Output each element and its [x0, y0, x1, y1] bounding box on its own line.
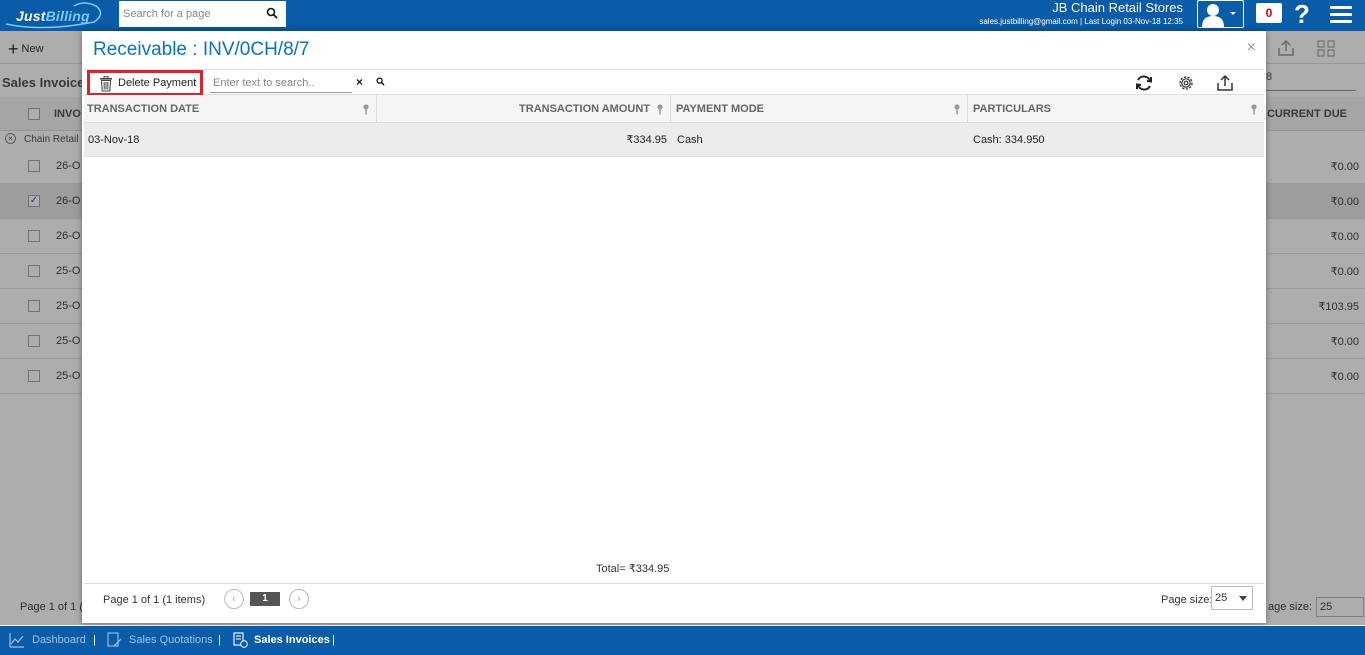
taskbar-item-sales-invoices[interactable]: Sales Invoices — [254, 634, 330, 646]
column-transaction-date[interactable]: TRANSACTION DATE — [84, 95, 377, 123]
dashboard-chart-icon — [9, 633, 24, 648]
export-upload-icon[interactable] — [1215, 73, 1235, 93]
quotation-icon — [107, 632, 122, 647]
justbilling-logo[interactable]: JustBilling — [4, 2, 104, 29]
bottom-taskbar: Dashboard | Sales Quotations | Sales Inv… — [0, 626, 1365, 655]
column-filter-icon[interactable] — [953, 104, 961, 115]
taskbar-item-dashboard[interactable]: Dashboard — [32, 634, 86, 646]
column-filter-icon[interactable] — [362, 104, 370, 115]
user-menu-button[interactable] — [1197, 0, 1244, 28]
table-row[interactable]: 03-Nov-18 ₹334.95 Cash Cash: 334.950 — [84, 123, 1264, 157]
column-particulars[interactable]: PARTICULARS — [968, 95, 1264, 123]
logo-text-billing: Billing — [45, 8, 90, 24]
refresh-icon[interactable] — [1134, 73, 1154, 93]
notifications-button[interactable]: 0 — [1256, 3, 1282, 23]
chevron-down-icon — [1239, 596, 1247, 601]
help-button[interactable]: ? — [1294, 0, 1310, 28]
column-filter-icon[interactable] — [1250, 104, 1258, 115]
taskbar-item-sales-quotations[interactable]: Sales Quotations — [129, 634, 213, 646]
page-search — [119, 1, 286, 27]
page-search-input[interactable] — [119, 1, 259, 27]
close-icon[interactable]: × — [1247, 39, 1256, 57]
cell-payment-mode: Cash — [677, 134, 703, 146]
pager: Page 1 of 1 (1 items) ‹ 1 › Page size: 2… — [84, 583, 1264, 617]
top-bar: JustBilling JB Chain Retail Stores sales… — [0, 0, 1365, 31]
cell-transaction-date: 03-Nov-18 — [88, 134, 140, 146]
settings-gear-icon[interactable] — [1176, 73, 1196, 93]
receivable-dialog: Receivable : INV/0CH/8/7 × Delete Paymen… — [82, 31, 1266, 623]
store-name: JB Chain Retail Stores — [1052, 0, 1183, 15]
logo-text-just: Just — [16, 8, 46, 24]
current-page-number[interactable]: 1 — [250, 592, 280, 606]
column-filter-icon[interactable] — [656, 104, 664, 115]
column-payment-mode[interactable]: PAYMENT MODE — [671, 95, 968, 123]
delete-payment-button[interactable]: Delete Payment — [87, 70, 203, 96]
notification-count: 0 — [1265, 6, 1273, 20]
next-page-icon[interactable]: › — [289, 589, 309, 609]
dialog-title: Receivable : INV/0CH/8/7 — [93, 39, 310, 60]
payments-table-header: TRANSACTION DATE TRANSACTION AMOUNT PAYM… — [84, 95, 1264, 123]
pager-info: Page 1 of 1 (1 items) — [103, 594, 206, 606]
invoice-icon — [233, 632, 248, 648]
cell-transaction-amount: ₹334.95 — [626, 134, 667, 146]
login-info: sales.justbilling@gmail.com | Last Login… — [979, 17, 1183, 26]
cell-particulars: Cash: 334.950 — [973, 134, 1045, 146]
column-transaction-amount[interactable]: TRANSACTION AMOUNT — [377, 95, 671, 123]
user-icon — [1202, 4, 1236, 27]
hamburger-menu-icon[interactable] — [1330, 6, 1352, 24]
clear-search-icon[interactable]: × — [356, 75, 363, 89]
page-size-select[interactable]: 25 — [1211, 586, 1253, 610]
grid-total: Total= ₹334.95 — [596, 563, 670, 575]
trash-icon — [100, 76, 112, 92]
page-size-label: Page size: — [1161, 594, 1213, 606]
previous-page-icon[interactable]: ‹ — [224, 589, 244, 609]
search-icon[interactable] — [376, 77, 385, 86]
grid-toolbar: Delete Payment × — [84, 69, 1264, 96]
delete-payment-label: Delete Payment — [118, 77, 197, 89]
grid-search-input[interactable] — [210, 73, 352, 93]
search-icon[interactable] — [266, 7, 278, 19]
